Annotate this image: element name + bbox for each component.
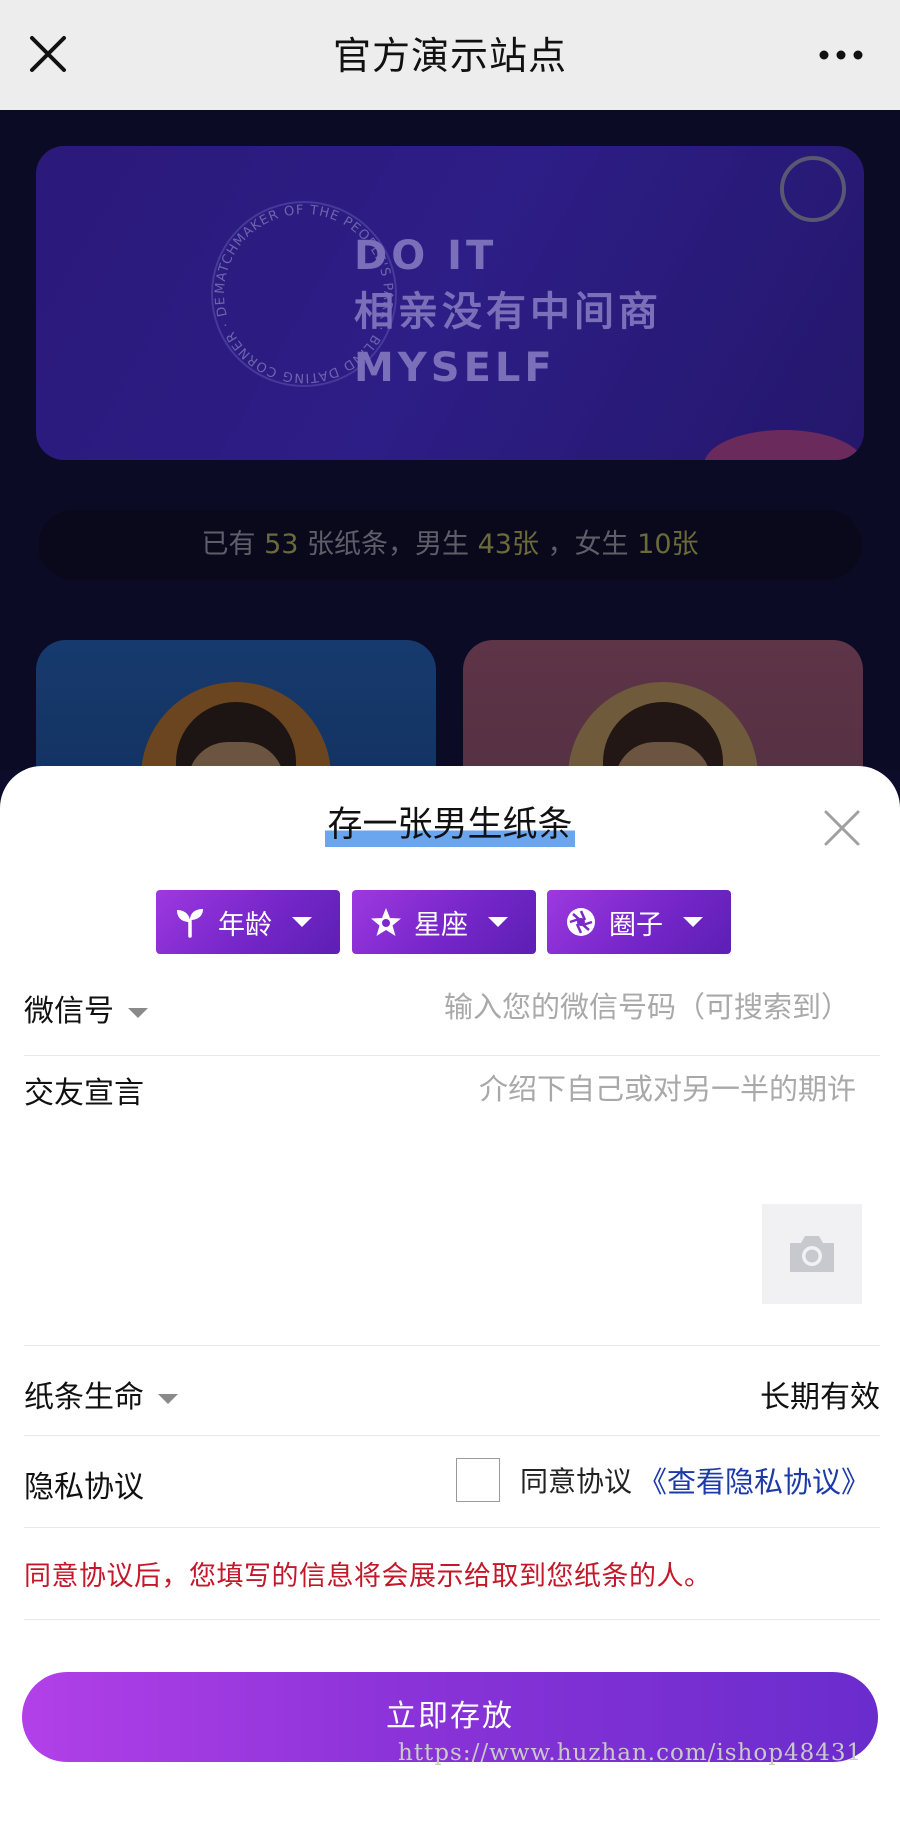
chevron-down-icon [683, 917, 703, 927]
note-form-sheet: 存一张男生纸条 年龄 星座 圈子 微信号 输入您的微信号码（可搜索到） 交友宣言… [0, 766, 900, 1823]
lifetime-value[interactable]: 长期有效 [760, 1372, 880, 1416]
female-card[interactable] [463, 640, 863, 770]
circle-filter-label: 圈子 [609, 909, 663, 941]
privacy-notice: 同意协议后，您填写的信息将会展示给取到您纸条的人。 [24, 1561, 712, 1592]
stats-prefix: 已有 [201, 529, 256, 560]
notice-row: 同意协议后，您填写的信息将会展示给取到您纸条的人。 [24, 1528, 880, 1620]
male-card[interactable] [36, 640, 436, 770]
agree-text: 同意协议 [519, 1465, 632, 1498]
chevron-down-icon [488, 917, 508, 927]
more-icon[interactable] [816, 40, 866, 70]
zodiac-filter-label: 星座 [414, 909, 468, 941]
sheet-title: 存一张男生纸条 [325, 796, 575, 847]
page-title: 官方演示站点 [332, 34, 567, 78]
wechat-row: 微信号 输入您的微信号码（可搜索到） [24, 966, 880, 1056]
photo-upload-button[interactable] [762, 1204, 862, 1304]
stats-male: 43张 [477, 529, 539, 560]
lifetime-label: 纸条生命 [24, 1380, 144, 1415]
promo-banner[interactable]: MATCHMAKER OF THE PEOPLE'S PARK · BLIND … [36, 146, 864, 460]
wechat-type-selector[interactable]: 微信号 [24, 986, 148, 1030]
circle-filter-button[interactable]: 圈子 [547, 890, 731, 954]
age-filter-label: 年龄 [218, 909, 272, 941]
chevron-down-icon [158, 1393, 178, 1404]
wechat-label: 微信号 [24, 994, 114, 1029]
banner-decoration [704, 430, 864, 460]
privacy-link[interactable]: 《查看隐私协议》 [638, 1459, 870, 1501]
chevron-down-icon [128, 1007, 148, 1018]
wechat-input[interactable]: 输入您的微信号码（可搜索到） [444, 984, 850, 1026]
star-icon [371, 908, 401, 936]
watermark: https://www.huzhan.com/ishop48431 [398, 1740, 863, 1766]
aperture-icon [567, 908, 595, 936]
sprout-icon [177, 909, 203, 938]
stats-female: 10张 [637, 529, 699, 560]
top-nav-bar: 官方演示站点 [0, 0, 900, 110]
privacy-label: 隐私协议 [24, 1470, 144, 1505]
stats-mid-1: 张纸条，男生 [307, 529, 470, 560]
declaration-label: 交友宣言 [24, 1076, 144, 1111]
chevron-down-icon [292, 917, 312, 927]
camera-icon [790, 1236, 834, 1272]
stats-total: 53 [264, 529, 299, 560]
banner-line-2: 相亲没有中间商 [354, 289, 662, 335]
zodiac-filter-button[interactable]: 星座 [352, 890, 536, 954]
declaration-textarea[interactable]: 介绍下自己或对另一半的期许 [479, 1066, 856, 1108]
banner-line-3: MYSELF [354, 345, 556, 391]
declaration-row: 交友宣言 介绍下自己或对另一半的期许 [24, 1056, 880, 1346]
agree-group: 同意协议 《查看隐私协议》 [455, 1458, 870, 1502]
stats-bar: 已有 53 张纸条，男生 43张 ，女生 10张 [38, 510, 862, 580]
age-filter-button[interactable]: 年龄 [156, 890, 340, 954]
music-icon[interactable] [780, 156, 846, 222]
banner-line-1: DO IT [354, 233, 498, 279]
agree-checkbox[interactable] [455, 1458, 500, 1502]
privacy-row: 隐私协议 同意协议 《查看隐私协议》 [24, 1436, 880, 1528]
banner-text: DO IT 相亲没有中间商 MYSELF [354, 228, 662, 396]
filter-chips: 年龄 星座 圈子 [156, 890, 736, 954]
background-page: MATCHMAKER OF THE PEOPLE'S PARK · BLIND … [0, 110, 900, 770]
close-icon[interactable] [822, 808, 862, 848]
stats-mid-2: ，女生 [547, 529, 629, 560]
lifetime-row[interactable]: 纸条生命 长期有效 [24, 1346, 880, 1436]
